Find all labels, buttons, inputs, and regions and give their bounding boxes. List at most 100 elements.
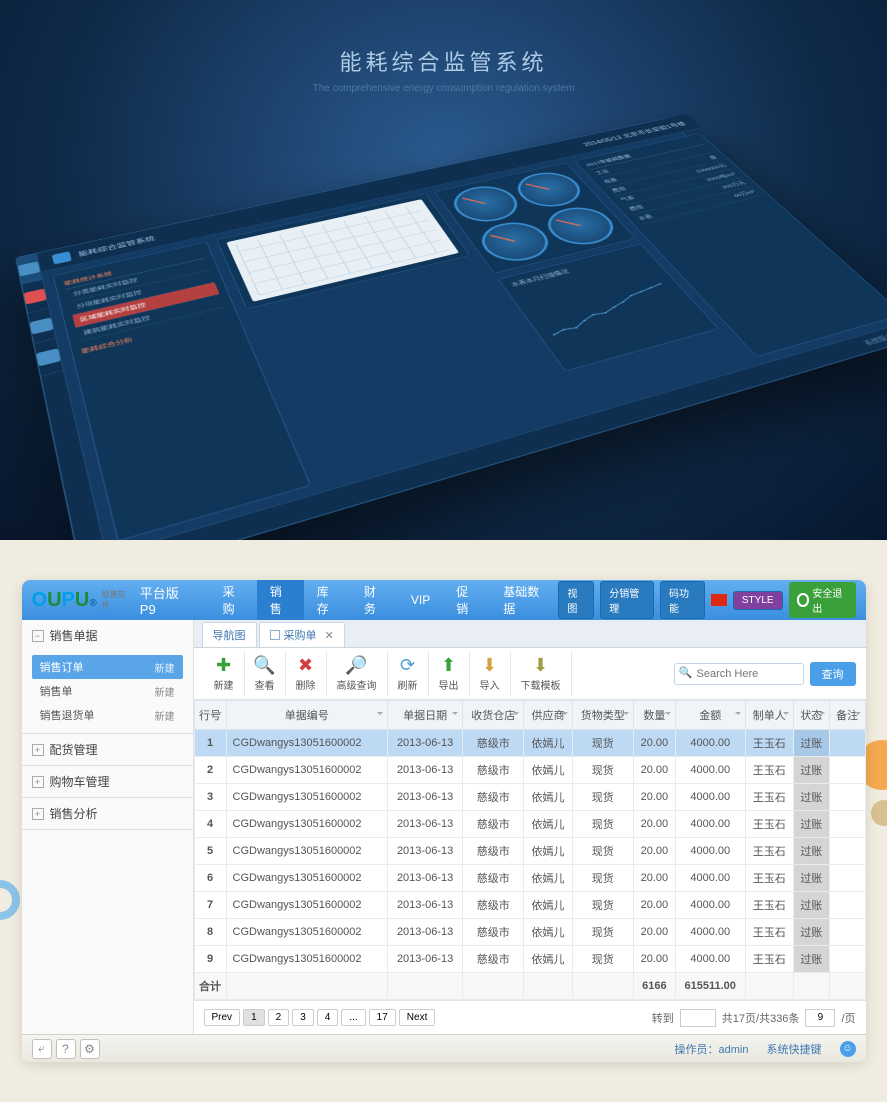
col-header[interactable]: 供应商 [524,701,572,730]
page-1[interactable]: 1 [243,1009,265,1026]
tool-label: 导出 [439,677,459,692]
bars-icon [29,317,53,334]
table-row[interactable]: 2CGDwangys130516000022013-06-13慈级市依嫣儿现货2… [194,757,865,784]
col-header[interactable]: 制单人 [745,701,793,730]
logo-platform: 平台版P9 [140,583,192,617]
side-group-header[interactable]: + 销售分析 [22,798,193,829]
col-header[interactable]: 收货仓店 [463,701,524,730]
tool-导出[interactable]: ⬆导出 [429,651,470,696]
search-button[interactable]: 查询 [810,662,856,686]
page-4[interactable]: 4 [317,1009,339,1026]
side-item-销售订单[interactable]: 销售订单 新建 [32,655,183,679]
side-group-header[interactable]: −销售单据 [22,620,193,651]
close-icon[interactable]: ✕ [325,629,334,642]
tab-bar: 导航图采购单✕ [194,620,866,648]
side-item-销售退货单[interactable]: 销售退货单新建 [32,703,183,727]
dashboard-3d: 能耗综合监管系统 2014/05/13 北京市长安街1号楼 能耗统计系统 分类能… [15,118,887,540]
gauge-2 [507,168,590,212]
view-button[interactable]: 视图 [558,581,594,619]
side-item-label: 销售单 [40,683,73,699]
smiley-icon[interactable]: ☺ [840,1041,856,1057]
tool-查看[interactable]: 🔍 查看 [245,651,286,696]
table-row[interactable]: 3CGDwangys130516000022013-06-13慈级市依嫣儿现货2… [194,784,865,811]
page-3[interactable]: 3 [292,1009,314,1026]
jump-input[interactable] [680,1009,716,1027]
side-item-label: 销售订单 [40,659,84,675]
table-row[interactable]: 5CGDwangys130516000022013-06-13慈级市依嫣儿现货2… [194,838,865,865]
col-header[interactable]: 金额 [675,701,745,730]
dist-button[interactable]: 分销管理 [600,581,654,619]
search-input[interactable] [674,663,804,685]
page-...[interactable]: ... [341,1009,365,1026]
search-icon: 🔍 [255,655,275,675]
tool-导入[interactable]: ⬇导入 [470,651,511,696]
plus-icon: + [32,808,44,820]
side-group-header[interactable]: +配货管理 [22,734,193,765]
topnav-基础数据[interactable]: 基础数据 [490,580,558,620]
next-button[interactable]: Next [399,1009,436,1026]
code-button[interactable]: 码功能 [660,581,705,619]
side-item-销售单[interactable]: 销售单 新建 [32,679,183,703]
topnav-采购[interactable]: 采购 [210,580,257,620]
table-row[interactable]: 7CGDwangys130516000022013-06-13慈级市依嫣儿现货2… [194,892,865,919]
main-area: 导航图采购单✕ ✚新建🔍查看✖删除🔎高级查询⟳刷新⬆导出⬇导入⬇下载模板 查询 … [194,620,866,1034]
col-header[interactable]: 单据日期 [387,701,462,730]
side-item-action[interactable]: 新建 [155,660,175,675]
toolbar: ✚新建 🔍 查看 ✖删除🔎高级查询 ⟳ 刷新 ⬆导出⬇导入⬇下载模板 查询 [194,648,866,700]
topnav-库存[interactable]: 库存 [304,580,351,620]
tab-采购单[interactable]: 采购单✕ [259,622,345,647]
tool-删除[interactable]: ✖删除 [286,651,327,696]
per-page-input[interactable] [805,1009,835,1027]
col-header[interactable]: 单据编号 [226,701,387,730]
gauge-1 [444,181,527,227]
col-header[interactable]: 状态 [793,701,829,730]
prev-button[interactable]: Prev [204,1009,241,1026]
back-button[interactable]: ⤶ [32,1039,52,1059]
table-row[interactable]: 8CGDwangys130516000022013-06-13慈级市依嫣儿现货2… [194,919,865,946]
refresh-icon: ⟳ [398,655,418,675]
tool-新建[interactable]: ✚新建 [204,651,245,696]
erp-header: OUPU® 欧普软件 平台版P9 采购销售库存财务VIP促销基础数据 视图 分销… [22,580,866,620]
deco-ring [0,880,20,920]
col-header[interactable]: 备注 [829,701,865,730]
safe-exit-button[interactable]: 安全退出 [789,582,856,618]
tool-label: 查看 [255,677,275,692]
side-group-header[interactable]: +购物车管理 [22,766,193,797]
topnav-财务[interactable]: 财务 [351,580,398,620]
page-2[interactable]: 2 [268,1009,290,1026]
side-group-title: 销售分析 [50,805,98,822]
plus-icon: + [32,776,44,788]
topnav-VIP[interactable]: VIP [398,580,443,620]
page-17[interactable]: 17 [369,1009,396,1026]
dash-logo-icon [51,251,71,264]
table-row[interactable]: 4CGDwangys130516000022013-06-13慈级市依嫣儿现货2… [194,811,865,838]
topnav-促销[interactable]: 促销 [443,580,490,620]
table-row[interactable]: 1CGDwangys130516000022013-06-13慈级市依嫣儿现货2… [194,730,865,757]
table-row[interactable]: 9CGDwangys130516000022013-06-13慈级市依嫣儿现货2… [194,946,865,973]
side-item-action[interactable]: 新建 [155,684,175,699]
tool-刷新[interactable]: ⟳ 刷新 [388,651,429,696]
col-header[interactable]: 行号 [194,701,226,730]
tool-高级查询[interactable]: 🔎高级查询 [327,651,388,696]
help-button[interactable]: ? [56,1039,76,1059]
hero-panel: 能耗综合监管系统 The comprehensive energy consum… [0,0,887,540]
tab-导航图[interactable]: 导航图 [202,622,257,647]
shortcut-link[interactable]: 系统快捷键 [767,1041,822,1057]
tool-下载模板[interactable]: ⬇下载模板 [511,651,572,696]
topnav-销售[interactable]: 销售 [257,580,304,620]
tool-label: 导入 [480,677,500,692]
side-item-action[interactable]: 新建 [155,708,175,723]
home-icon [17,261,39,276]
tool-label: 刷新 [398,677,418,692]
style-button[interactable]: STYLE [733,591,783,610]
table-row[interactable]: 6CGDwangys130516000022013-06-13慈级市依嫣儿现货2… [194,865,865,892]
checkbox-icon [270,630,280,640]
col-header[interactable]: 货物类型 [572,701,633,730]
flag-icon[interactable] [711,594,727,606]
data-table[interactable]: 行号单据编号单据日期收货仓店供应商货物类型数量金额制单人状态备注 1CGDwan… [194,700,866,1000]
search-box: 查询 [674,662,856,686]
tool-label: 新建 [214,677,234,692]
sidebar: −销售单据销售订单新建销售单新建销售退货单新建+配货管理+购物车管理+销售分析 [22,620,194,1034]
col-header[interactable]: 数量 [633,701,675,730]
settings-button[interactable]: ⚙ [80,1039,100,1059]
